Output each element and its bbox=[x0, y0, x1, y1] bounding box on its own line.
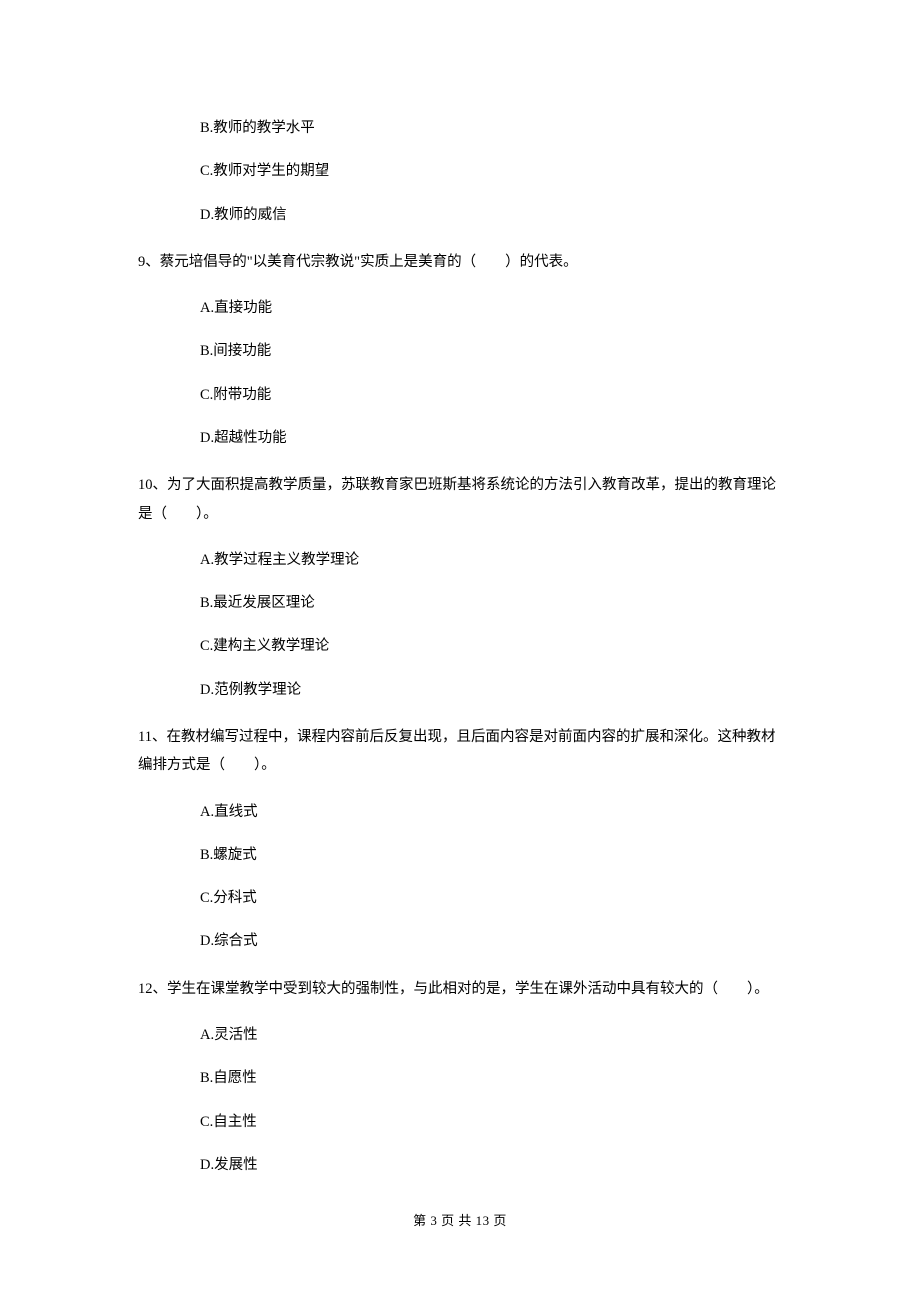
q10-option-c: C.建构主义教学理论 bbox=[138, 636, 782, 656]
q11-option-a: A.直线式 bbox=[138, 802, 782, 822]
q11-stem: 11、在教材编写过程中，课程内容前后反复出现，且后面内容是对前面内容的扩展和深化… bbox=[138, 723, 782, 780]
q9-option-b: B.间接功能 bbox=[138, 341, 782, 361]
q11-option-d: D.综合式 bbox=[138, 931, 782, 951]
q9-option-c: C.附带功能 bbox=[138, 385, 782, 405]
q11-option-b: B.螺旋式 bbox=[138, 845, 782, 865]
q12-option-c: C.自主性 bbox=[138, 1112, 782, 1132]
q12-option-a: A.灵活性 bbox=[138, 1025, 782, 1045]
q9-option-a: A.直接功能 bbox=[138, 298, 782, 318]
page-footer: 第 3 页 共 13 页 bbox=[0, 1210, 920, 1229]
q11-option-c: C.分科式 bbox=[138, 888, 782, 908]
q8-option-c: C.教师对学生的期望 bbox=[138, 161, 782, 181]
q10-option-b: B.最近发展区理论 bbox=[138, 593, 782, 613]
q12-stem: 12、学生在课堂教学中受到较大的强制性，与此相对的是，学生在课外活动中具有较大的… bbox=[138, 975, 782, 1003]
q10-stem: 10、为了大面积提高教学质量，苏联教育家巴班斯基将系统论的方法引入教育改革，提出… bbox=[138, 471, 782, 528]
q8-option-b: B.教师的教学水平 bbox=[138, 118, 782, 138]
q10-option-d: D.范例教学理论 bbox=[138, 680, 782, 700]
q12-option-b: B.自愿性 bbox=[138, 1068, 782, 1088]
q9-stem: 9、蔡元培倡导的"以美育代宗教说"实质上是美育的（ ）的代表。 bbox=[138, 248, 782, 276]
q10-option-a: A.教学过程主义教学理论 bbox=[138, 550, 782, 570]
q12-option-d: D.发展性 bbox=[138, 1155, 782, 1175]
q8-option-d: D.教师的威信 bbox=[138, 205, 782, 225]
q9-option-d: D.超越性功能 bbox=[138, 428, 782, 448]
